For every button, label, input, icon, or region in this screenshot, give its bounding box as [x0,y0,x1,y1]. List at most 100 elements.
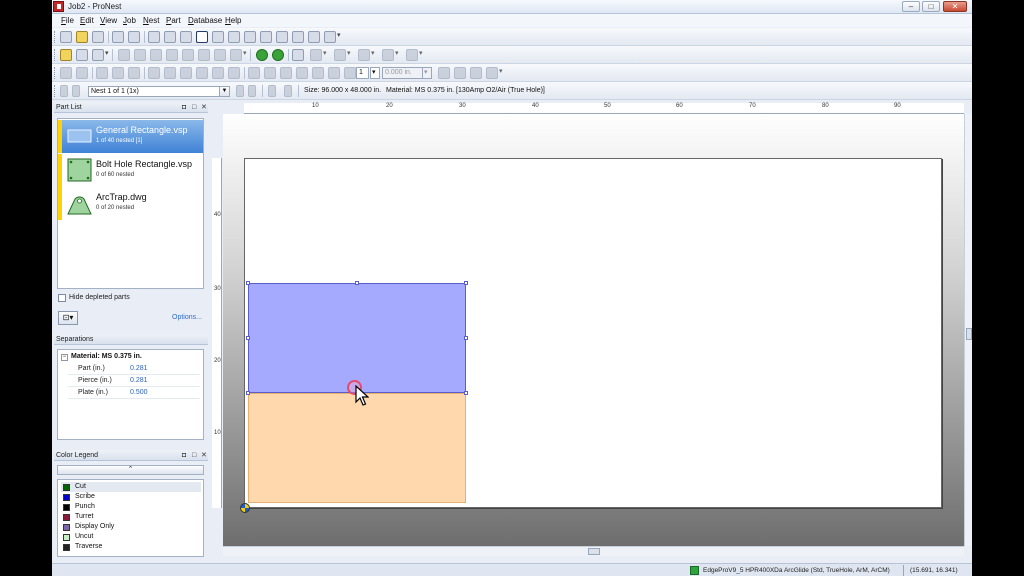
resize-handle[interactable] [246,336,250,340]
new-icon[interactable] [60,31,72,43]
resize-handle[interactable] [464,391,468,395]
offset-icon[interactable] [438,67,450,79]
toolbar-grip[interactable] [54,31,57,43]
move-icon[interactable] [198,49,210,61]
part-list-item[interactable]: Bolt Hole Rectangle.vsp 0 of 60 nested [58,154,203,187]
close-button[interactable]: ✕ [943,1,967,12]
resize-handle[interactable] [246,281,250,285]
menu-help[interactable]: Help [225,16,241,25]
first-nest-icon[interactable] [60,85,68,97]
undo-icon[interactable] [60,67,72,79]
next-nest-icon[interactable] [236,85,244,97]
maximize-button[interactable]: □ [922,1,940,12]
align-left-icon[interactable] [112,67,124,79]
fit-icon[interactable] [454,67,466,79]
menu-file[interactable]: File [61,16,74,25]
vertical-scrollbar[interactable] [964,114,972,546]
ungroup-icon[interactable] [212,67,224,79]
material-group[interactable]: − Material: MS 0.375 in. [61,353,142,361]
rotate-icon[interactable] [118,49,130,61]
part-list-item[interactable]: ArcTrap.dwg 0 of 20 nested [58,187,203,220]
scroll-thumb[interactable] [588,548,600,555]
close-icon[interactable]: ✕ [201,103,207,112]
distance-dropdown[interactable]: ▾ [422,67,432,79]
chevron-down-icon[interactable]: ▼ [219,86,230,97]
snap-icon[interactable] [96,67,108,79]
next-plate-icon[interactable] [284,85,292,97]
plate-edit-icon[interactable] [344,67,356,79]
nest-copy-icon[interactable] [470,67,482,79]
edit-part-icon[interactable] [148,31,160,43]
settings-icon[interactable] [406,49,423,61]
toolbar-grip[interactable] [54,85,57,97]
quantity-spinner[interactable]: 1 [356,67,369,79]
auto-nest-icon[interactable] [256,49,268,61]
prev-plate-icon[interactable] [268,85,276,97]
cluster-icon[interactable] [230,49,247,61]
zoom-out-icon[interactable] [260,31,272,43]
hide-depleted-checkbox[interactable] [58,294,66,302]
lead-in-icon[interactable] [310,49,327,61]
toolbar-grip[interactable] [54,49,57,61]
chain-icon[interactable] [280,67,292,79]
nested-part-selected[interactable] [248,283,466,393]
add-part-icon[interactable] [60,49,72,61]
minimize-button[interactable]: – [902,1,920,12]
restore-icon[interactable]: □ [192,451,196,460]
distribute-icon[interactable] [180,67,192,79]
resize-handle[interactable] [355,281,359,285]
select-window-icon[interactable] [212,31,224,43]
sequence-icon[interactable] [292,49,304,61]
bridge-icon[interactable] [382,49,399,61]
skeleton-icon[interactable] [328,67,340,79]
menu-database[interactable]: Database [188,16,222,25]
remove-part-icon[interactable] [76,49,88,61]
lead-out-icon[interactable] [334,49,351,61]
array-icon[interactable] [166,49,178,61]
zoom-extents-icon[interactable] [276,31,288,43]
part-list-item[interactable]: General Rectangle.vsp 1 of 40 nested [1] [58,120,203,153]
collapse-icon[interactable]: − [61,354,68,361]
crop-icon[interactable] [296,67,308,79]
horizontal-scrollbar[interactable] [223,546,964,556]
menu-edit[interactable]: Edit [80,16,94,25]
menu-job[interactable]: Job [123,16,136,25]
pin-icon[interactable]: ◘ [182,451,186,460]
cut-path-icon[interactable] [358,49,375,61]
redo-icon[interactable] [76,67,88,79]
auto-nest-all-icon[interactable] [272,49,284,61]
report-icon[interactable] [164,31,176,43]
menu-part[interactable]: Part [166,16,181,25]
part-options-icon[interactable] [92,49,109,61]
common-line-icon[interactable] [264,67,276,79]
zoom-plate-icon[interactable] [292,31,304,43]
select-mode-icon[interactable] [196,31,208,43]
zoom-window-icon[interactable] [228,31,240,43]
mirror-icon[interactable] [134,49,146,61]
save-icon[interactable] [92,31,104,43]
toolbar-grip[interactable] [54,67,57,79]
output-icon[interactable] [180,31,192,43]
options-link[interactable]: Options... [172,314,202,321]
measure-icon[interactable] [248,67,260,79]
delete-icon[interactable] [228,67,240,79]
resize-handle[interactable] [246,391,250,395]
resize-handle[interactable] [464,336,468,340]
zoom-previous-icon[interactable] [308,31,320,43]
print-preview-icon[interactable] [128,31,140,43]
open-icon[interactable] [76,31,88,43]
last-nest-icon[interactable] [248,85,256,97]
spinner-dropdown[interactable]: ▾ [370,67,380,79]
prev-nest-icon[interactable] [72,85,80,97]
print-icon[interactable] [112,31,124,43]
align-icon[interactable] [150,49,162,61]
nested-part-orange[interactable] [248,393,466,503]
pin-icon[interactable]: ◘ [182,103,186,112]
close-icon[interactable]: ✕ [201,451,207,460]
pan-hand-icon[interactable] [324,31,341,43]
menu-nest[interactable]: Nest [143,16,159,25]
resize-handle[interactable] [464,281,468,285]
align-top-icon[interactable] [148,67,160,79]
group-icon[interactable] [196,67,208,79]
align-bottom-icon[interactable] [164,67,176,79]
